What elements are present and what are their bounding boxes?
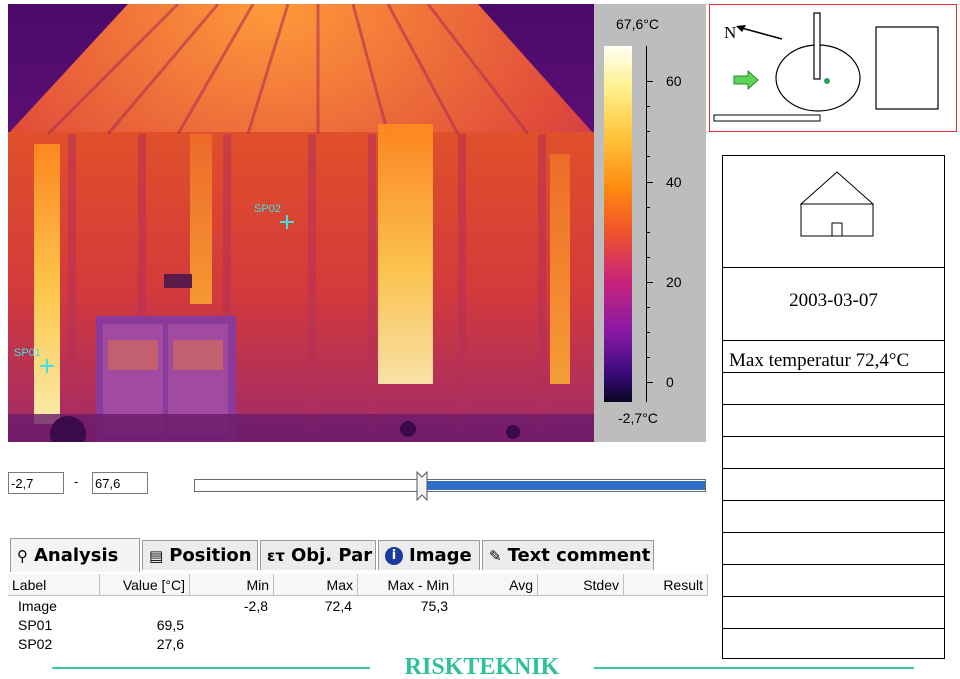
spot-marker-sp02[interactable] — [280, 215, 294, 229]
scale-tick — [646, 282, 653, 283]
info-table: 2003-03-07 Max temperatur 72,4°C — [722, 155, 945, 659]
column-header[interactable]: Value [°C] — [100, 574, 190, 596]
scale-minor-tick — [646, 257, 650, 258]
info-divider — [723, 500, 944, 501]
scale-minor-tick — [646, 232, 650, 233]
tab-analysis[interactable]: ⚲ Analysis — [10, 538, 140, 572]
scale-tick-label: 20 — [666, 274, 682, 290]
scale-minor-tick — [646, 332, 650, 333]
tab-label: Obj. Par — [290, 545, 373, 566]
column-header[interactable]: Min — [190, 574, 274, 596]
thermal-scene — [8, 4, 594, 442]
cell-label: SP02 — [18, 636, 53, 652]
spot-label-sp02: SP02 — [254, 203, 281, 215]
analysis-table: Label Value [°C] Min Max Max - Min Avg S… — [8, 572, 708, 662]
range-slider-fill — [427, 481, 705, 490]
cell-value: 27,6 — [156, 636, 184, 652]
tab-image[interactable]: i Image — [378, 540, 480, 570]
column-header[interactable]: Result — [624, 574, 708, 596]
footer-brand: RISKTEKNIK — [404, 654, 560, 679]
tab-obj-par[interactable]: ετ Obj. Par — [260, 540, 376, 570]
tab-text-comment[interactable]: ✎ Text comment — [482, 540, 654, 570]
analysis-icon: ⚲ — [17, 546, 28, 565]
scale-minor-tick — [646, 307, 650, 308]
info-divider — [723, 436, 944, 437]
column-header[interactable]: Avg — [454, 574, 538, 596]
scale-axis — [646, 46, 647, 402]
range-slider-track[interactable] — [194, 479, 706, 492]
house-icon — [799, 171, 875, 237]
scale-tick-label: 0 — [666, 374, 674, 390]
column-header[interactable]: Max — [274, 574, 358, 596]
scale-tick — [646, 81, 653, 82]
range-separator: - — [74, 474, 79, 489]
info-icon: i — [385, 546, 403, 565]
scale-minor-tick — [646, 156, 650, 157]
info-divider — [723, 532, 944, 533]
max-temperature: Max temperatur 72,4°C — [729, 350, 910, 371]
site-map: N — [709, 4, 957, 132]
scale-max-label: 67,6°C — [616, 16, 659, 32]
footer-rule-right — [594, 667, 914, 669]
text-comment-icon: ✎ — [489, 546, 502, 565]
cell-value: 69,5 — [156, 617, 184, 633]
cell-min: -2,8 — [243, 598, 268, 614]
info-divider — [723, 340, 944, 341]
info-divider — [723, 468, 944, 469]
north-label: N — [724, 23, 736, 42]
info-divider — [723, 628, 944, 629]
range-slider-handle[interactable] — [416, 471, 428, 501]
ruler-icon: ▤ — [149, 546, 164, 565]
info-divider — [723, 596, 944, 597]
tab-label: Text comment — [507, 545, 651, 566]
range-min-input[interactable]: -2,7 — [8, 472, 64, 494]
cell-value — [108, 597, 184, 616]
column-header[interactable]: Max - Min — [358, 574, 454, 596]
tab-position[interactable]: ▤ Position — [142, 540, 258, 570]
scale-minor-tick — [646, 357, 650, 358]
info-divider — [723, 267, 944, 268]
scale-minor-tick — [646, 131, 650, 132]
cell-label: Image — [18, 598, 57, 614]
spot-marker-sp01[interactable] — [40, 359, 54, 373]
footer-rule-left — [52, 667, 370, 669]
capture-date: 2003-03-07 — [789, 290, 878, 311]
tab-label: Analysis — [34, 545, 119, 566]
table-header: Label Value [°C] Min Max Max - Min Avg S… — [8, 574, 708, 596]
scale-tick-label: 40 — [666, 174, 682, 190]
info-divider — [723, 404, 944, 405]
scale-min-label: -2,7°C — [618, 410, 658, 426]
scale-tick — [646, 382, 653, 383]
site-map-drawing: N — [713, 12, 939, 122]
color-palette-bar[interactable] — [604, 46, 632, 402]
cell-max: 72,4 — [324, 598, 352, 614]
column-header[interactable]: Label — [8, 574, 100, 596]
temperature-scale: 67,6°C 60 40 20 0 -2,7°C — [594, 4, 706, 442]
scale-minor-tick — [646, 207, 650, 208]
info-divider — [723, 372, 944, 373]
range-max-input[interactable]: 67,6 — [92, 472, 148, 494]
scale-minor-tick — [646, 106, 650, 107]
object-parameters-icon: ετ — [267, 546, 285, 565]
column-header[interactable]: Stdev — [538, 574, 624, 596]
scale-tick-label: 60 — [666, 73, 682, 89]
thermal-image[interactable]: SP02 SP01 — [8, 4, 594, 442]
cell-max-min: 75,3 — [420, 598, 448, 614]
tab-label: Position — [169, 545, 252, 566]
tab-label: Image — [409, 545, 472, 566]
analysis-tabs: ⚲ Analysis ▤ Position ετ Obj. Par i Imag… — [8, 538, 708, 572]
cell-label: SP01 — [18, 617, 53, 633]
spot-label-sp01: SP01 — [14, 347, 41, 359]
scale-tick — [646, 182, 653, 183]
info-divider — [723, 564, 944, 565]
